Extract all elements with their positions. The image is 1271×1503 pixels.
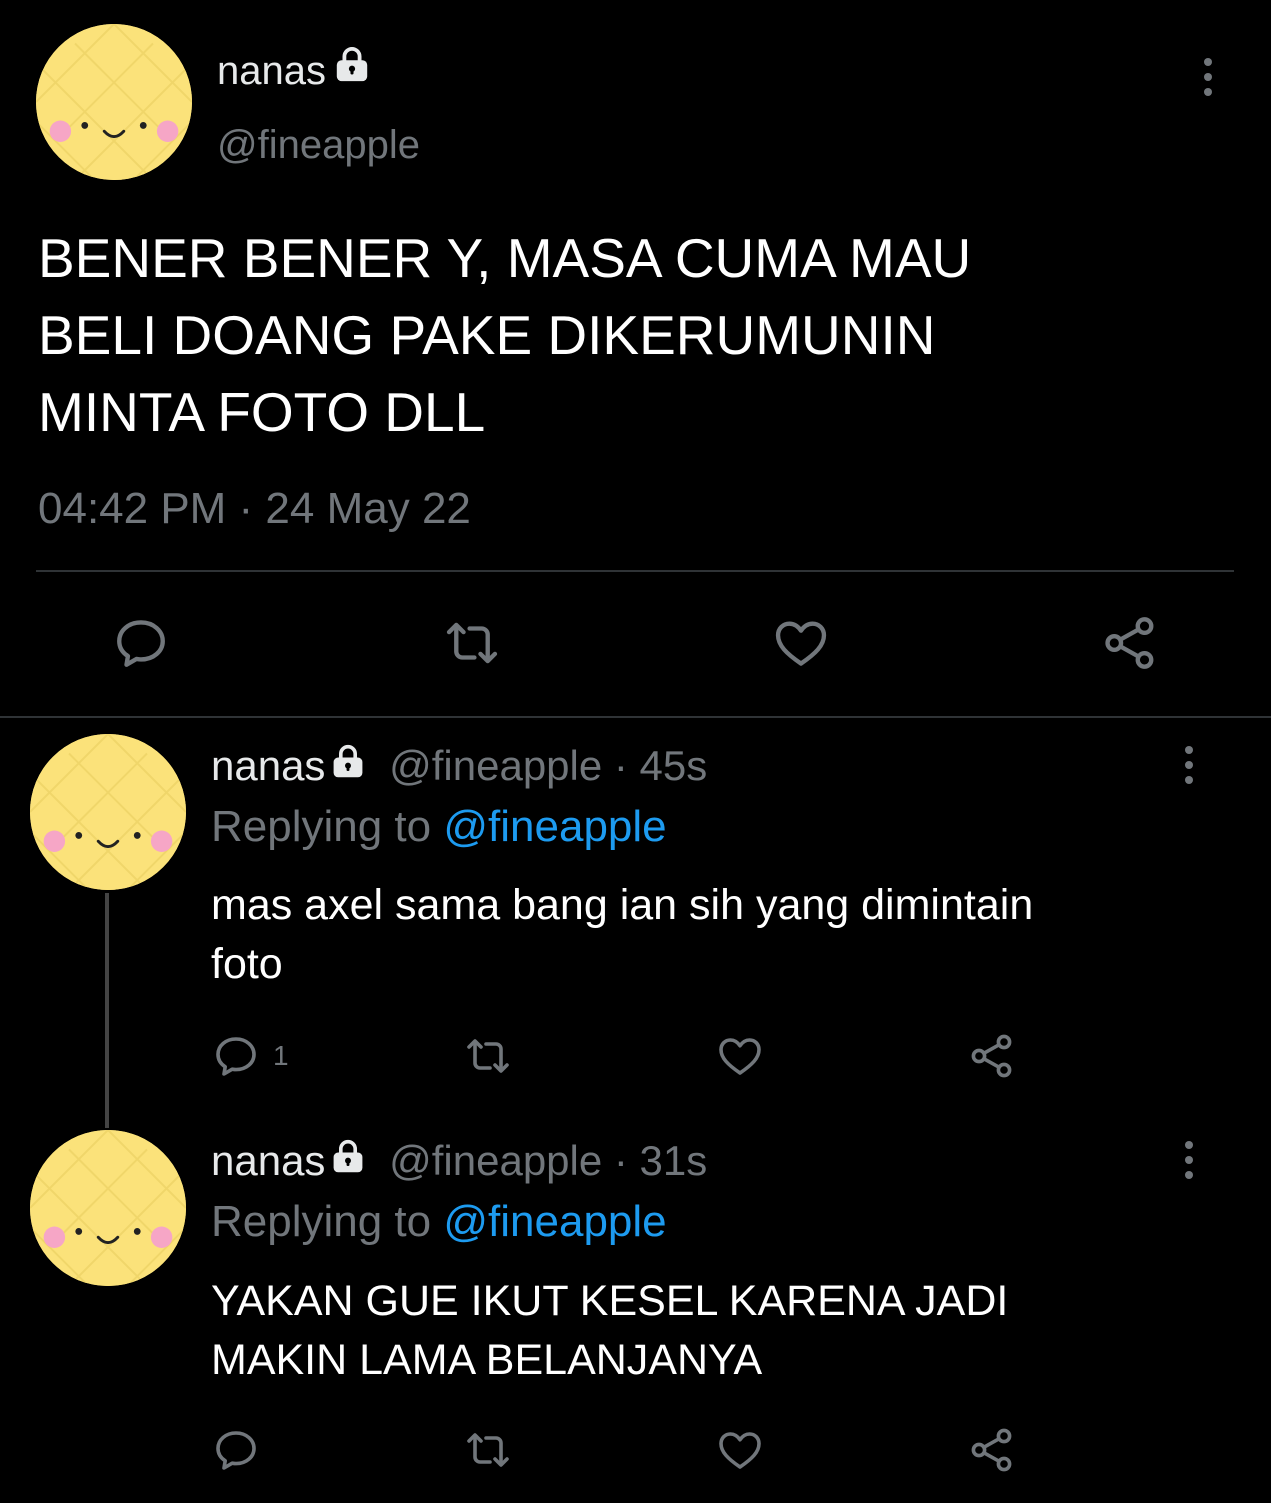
reply-icon[interactable] xyxy=(212,1032,260,1080)
reply-count: 1 xyxy=(273,1040,289,1071)
heart-icon[interactable] xyxy=(714,1426,766,1474)
replying-to: Replying to @fineapple xyxy=(211,802,667,852)
share-icon[interactable] xyxy=(966,1426,1018,1474)
divider xyxy=(36,570,1234,572)
section-divider xyxy=(0,716,1271,718)
replying-prefix: Replying to xyxy=(211,802,432,851)
display-name-text: nanas xyxy=(211,1137,326,1184)
more-vertical-icon[interactable] xyxy=(1183,1141,1195,1179)
retweet-icon[interactable] xyxy=(461,1426,515,1474)
reply-meta: @fineapple · 45s xyxy=(389,742,708,789)
share-icon[interactable] xyxy=(966,1032,1018,1080)
share-icon[interactable] xyxy=(1100,614,1160,672)
tweet-text: BENER BENER Y, MASA CUMA MAU BELI DOANG … xyxy=(38,220,971,451)
replying-handle-link[interactable]: @fineapple xyxy=(443,802,666,851)
display-name[interactable]: nanas xyxy=(217,46,372,94)
more-vertical-icon[interactable] xyxy=(1202,58,1214,96)
timestamp[interactable]: 04:42 PM · 24 May 22 xyxy=(38,484,471,534)
avatar[interactable] xyxy=(30,734,186,890)
heart-icon[interactable] xyxy=(770,614,832,672)
reply-header[interactable]: nanas @fineapple · 45s xyxy=(211,742,707,790)
tweet-text-line: BENER BENER Y, MASA CUMA MAU xyxy=(38,227,972,289)
reply-meta: @fineapple · 31s xyxy=(389,1137,708,1184)
thread-line xyxy=(105,893,109,1128)
reply-text-line: foto xyxy=(211,940,283,988)
reply-text-line: MAKIN LAMA BELANJANYA xyxy=(211,1336,763,1384)
lock-icon xyxy=(329,742,367,790)
avatar[interactable] xyxy=(30,1130,186,1286)
avatar[interactable] xyxy=(36,24,192,180)
reply-icon[interactable] xyxy=(112,614,170,672)
reply-text-line: mas axel sama bang ian sih yang dimintai… xyxy=(211,881,1034,929)
reply-text-line: YAKAN GUE IKUT KESEL KARENA JADI xyxy=(211,1277,1009,1325)
display-name-text: nanas xyxy=(211,742,326,789)
replying-prefix: Replying to xyxy=(211,1197,432,1246)
tweet-text-line: BELI DOANG PAKE DIKERUMUNIN xyxy=(38,304,936,366)
replying-handle-link[interactable]: @fineapple xyxy=(443,1197,666,1246)
replying-to: Replying to @fineapple xyxy=(211,1197,667,1247)
heart-icon[interactable] xyxy=(714,1032,766,1080)
more-vertical-icon[interactable] xyxy=(1183,746,1195,784)
handle[interactable]: @fineapple xyxy=(217,123,420,168)
reply-text: mas axel sama bang ian sih yang dimintai… xyxy=(211,876,1033,994)
display-name-text: nanas xyxy=(217,49,326,93)
reply-header[interactable]: nanas @fineapple · 31s xyxy=(211,1137,707,1185)
retweet-icon[interactable] xyxy=(440,614,504,672)
reply-text: YAKAN GUE IKUT KESEL KARENA JADI MAKIN L… xyxy=(211,1272,1008,1390)
lock-icon xyxy=(329,1137,367,1185)
reply-icon[interactable] xyxy=(212,1426,260,1474)
lock-icon xyxy=(332,46,372,94)
retweet-icon[interactable] xyxy=(461,1032,515,1080)
tweet-text-line: MINTA FOTO DLL xyxy=(38,381,486,443)
